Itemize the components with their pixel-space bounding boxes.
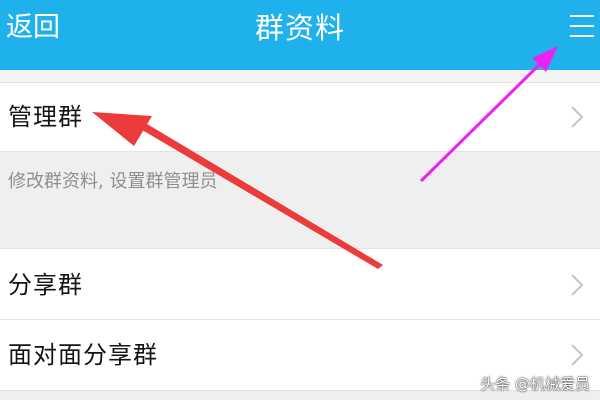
group-info-screen: 返回 群资料 管理群 修改群资料, 设置群管理员 分享群 面对面分享群 头条 @… bbox=[0, 0, 600, 400]
chevron-right-icon bbox=[570, 273, 584, 297]
manage-group-label: 管理群 bbox=[8, 103, 83, 131]
page-title: 群资料 bbox=[254, 11, 345, 45]
share-group-label: 分享群 bbox=[8, 271, 83, 299]
header-bar: 返回 群资料 bbox=[0, 0, 600, 70]
share-group-row[interactable]: 分享群 bbox=[0, 248, 600, 320]
section-spacer bbox=[0, 70, 600, 83]
manage-group-description: 修改群资料, 设置群管理员 bbox=[8, 171, 218, 192]
face-to-face-share-label: 面对面分享群 bbox=[8, 341, 158, 369]
chevron-right-icon bbox=[570, 105, 584, 129]
chevron-right-icon bbox=[570, 343, 584, 367]
hamburger-menu-icon[interactable] bbox=[570, 13, 594, 39]
watermark: 头条 @机械爱员 bbox=[480, 375, 590, 393]
manage-group-row[interactable]: 管理群 bbox=[0, 83, 600, 152]
